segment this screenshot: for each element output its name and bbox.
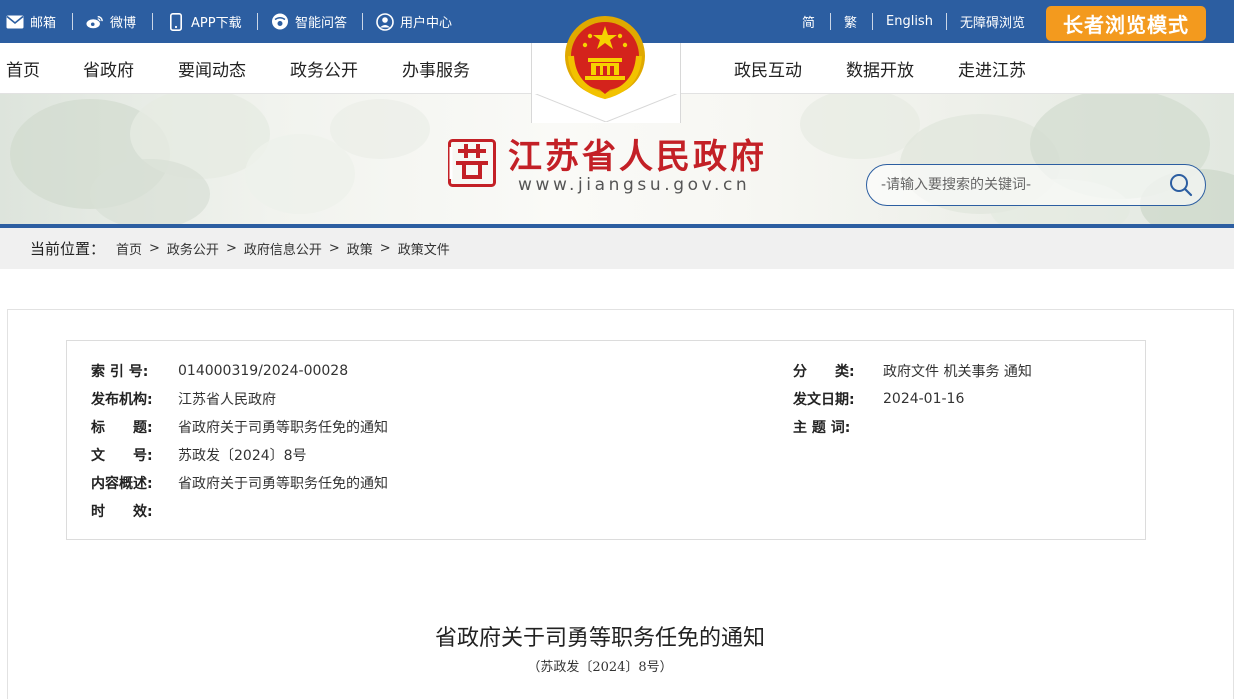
traditional-chinese-link[interactable]: 繁 (844, 0, 857, 43)
breadcrumb-separator: > (225, 241, 237, 256)
nav-home[interactable]: 首页 (6, 43, 40, 94)
meta-index-label: 索 引 号: (91, 364, 149, 380)
weibo-label: 微博 (110, 16, 137, 31)
breadcrumb: 首页 > 政务公开 > 政府信息公开 > 政策 > 政策文件 (116, 228, 450, 269)
nav-affairs[interactable]: 政务公开 (290, 43, 358, 94)
national-emblem-icon (565, 16, 645, 100)
breadcrumb-label: 当前位置： (30, 240, 106, 258)
nav-news[interactable]: 要闻动态 (178, 43, 246, 94)
breadcrumb-separator: > (149, 241, 160, 256)
nav-province[interactable]: 省政府 (83, 43, 134, 94)
meta-summary-value: 省政府关于司勇等职务任免的通知 (178, 476, 388, 492)
app-download-label: APP下载 (191, 16, 242, 31)
smart-qa-label: 智能问答 (295, 16, 348, 31)
english-link[interactable]: English (886, 0, 933, 43)
meta-validity-row: 时 效: (91, 501, 178, 521)
nav-services[interactable]: 办事服务 (402, 43, 470, 94)
meta-publisher-label: 发布机构: (91, 392, 153, 408)
user-icon (376, 12, 394, 31)
meta-publisher-row: 发布机构: 江苏省人民政府 (91, 389, 276, 409)
divider (72, 13, 73, 30)
divider (872, 13, 873, 30)
meta-summary-label: 内容概述: (91, 476, 153, 492)
accessibility-link[interactable]: 无障碍浏览 (960, 0, 1025, 43)
nav-data[interactable]: 数据开放 (846, 43, 914, 94)
chat-bubble-icon (271, 13, 289, 31)
weibo-icon (86, 13, 104, 31)
mobile-phone-icon (167, 12, 185, 31)
meta-title-label: 标 题: (91, 420, 153, 436)
meta-publisher-value: 江苏省人民政府 (178, 392, 276, 408)
app-download-link[interactable]: APP下载 (167, 0, 242, 43)
meta-topic-row: 主 题 词: (793, 417, 883, 437)
meta-category-value: 政府文件 机关事务 通知 (883, 364, 1032, 380)
meta-category-label: 分 类: (793, 364, 855, 380)
site-url: www.jiangsu.gov.cn (518, 175, 751, 195)
breadcrumb-info-disclosure[interactable]: 政府信息公开 (244, 239, 322, 258)
meta-date-label: 发文日期: (793, 392, 855, 408)
meta-date-value: 2024-01-16 (883, 391, 965, 407)
meta-title-row: 标 题: 省政府关于司勇等职务任免的通知 (91, 417, 388, 437)
divider (257, 13, 258, 30)
divider (152, 13, 153, 30)
breadcrumb-policy-documents[interactable]: 政策文件 (398, 239, 450, 258)
meta-docno-value: 苏政发〔2024〕8号 (178, 448, 307, 464)
nav-jiangsu[interactable]: 走进江苏 (958, 43, 1026, 94)
jiangsu-logo-icon (448, 139, 496, 187)
breadcrumb-home[interactable]: 首页 (116, 239, 142, 258)
document-metadata-box: 索 引 号: 014000319/2024-00028 发布机构: 江苏省人民政… (66, 340, 1146, 540)
meta-topic-label: 主 题 词: (793, 420, 851, 436)
user-center-label: 用户中心 (400, 16, 453, 31)
english-label: English (886, 14, 933, 29)
simplified-chinese-link[interactable]: 简 (802, 0, 815, 43)
accessibility-label: 无障碍浏览 (960, 16, 1026, 31)
user-center-link[interactable]: 用户中心 (376, 0, 452, 43)
meta-title-value: 省政府关于司勇等职务任免的通知 (178, 420, 388, 436)
meta-docno-label: 文 号: (91, 448, 153, 464)
search-input[interactable] (881, 165, 1161, 205)
document-title: 省政府关于司勇等职务任免的通知 (434, 626, 765, 651)
meta-category-row: 分 类: 政府文件 机关事务 通知 (793, 361, 1032, 381)
divider (362, 13, 363, 30)
breadcrumb-separator: > (379, 241, 391, 256)
meta-index-value: 014000319/2024-00028 (178, 363, 349, 379)
mail-label: 邮箱 (30, 16, 57, 31)
site-title: 江苏省人民政府 (508, 137, 767, 177)
simplified-label: 简 (802, 16, 816, 31)
divider (946, 13, 947, 30)
breadcrumb-affairs[interactable]: 政务公开 (167, 239, 219, 258)
breadcrumb-policy[interactable]: 政策 (347, 239, 373, 258)
traditional-label: 繁 (844, 16, 858, 31)
search-icon[interactable] (1169, 173, 1193, 197)
breadcrumb-bar: 当前位置： 首页 > 政务公开 > 政府信息公开 > 政策 > 政策文件 (0, 228, 1234, 269)
elder-mode-button[interactable]: 长者浏览模式 (1046, 6, 1206, 41)
meta-index-row: 索 引 号: 014000319/2024-00028 (91, 361, 348, 381)
smart-qa-link[interactable]: 智能问答 (271, 0, 347, 43)
weibo-link[interactable]: 微博 (86, 0, 136, 43)
search-box (866, 164, 1206, 206)
nav-interaction[interactable]: 政民互动 (734, 43, 802, 94)
document-number: （苏政发〔2024〕8号） (527, 660, 673, 675)
mail-link[interactable]: 邮箱 (6, 0, 56, 43)
mail-icon (6, 13, 24, 31)
breadcrumb-separator: > (328, 241, 340, 256)
meta-validity-label: 时 效: (91, 504, 153, 520)
divider (830, 13, 831, 30)
meta-date-row: 发文日期: 2024-01-16 (793, 389, 964, 409)
meta-summary-row: 内容概述: 省政府关于司勇等职务任免的通知 (91, 473, 388, 493)
meta-docno-row: 文 号: 苏政发〔2024〕8号 (91, 445, 307, 465)
